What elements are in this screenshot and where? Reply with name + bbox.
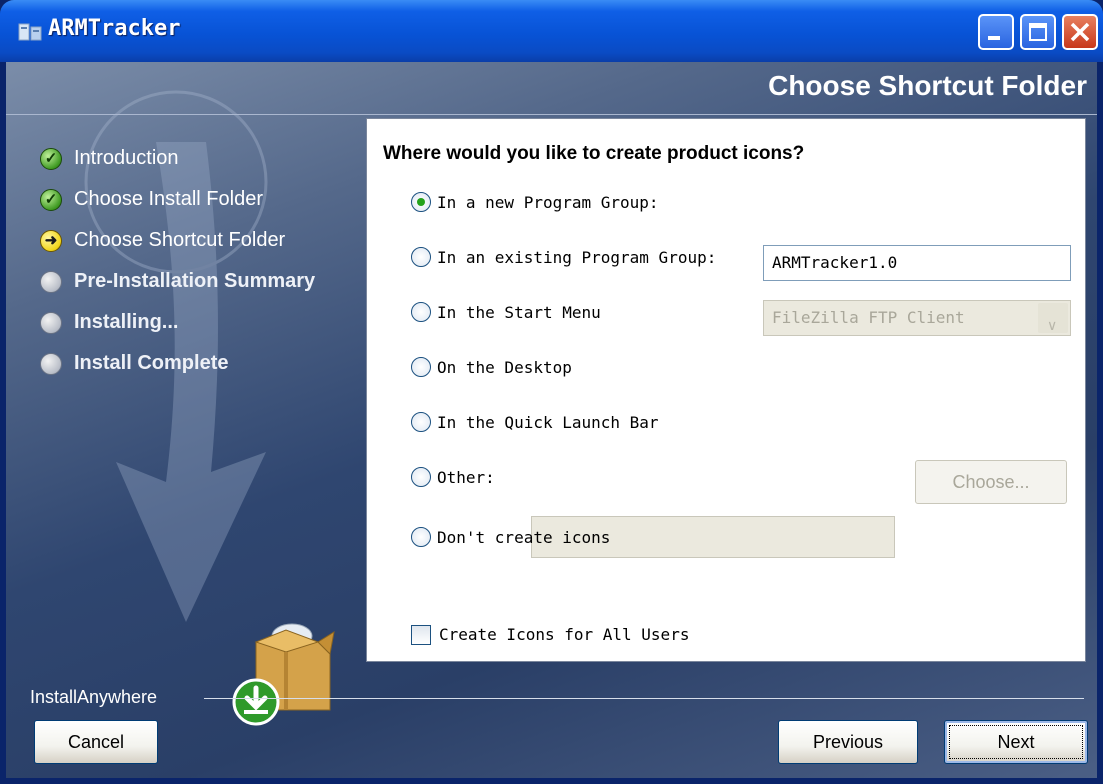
option-label: In the Start Menu [437, 302, 601, 322]
radio-start-menu[interactable]: In the Start Menu [411, 297, 601, 327]
radio-existing-program-group[interactable]: In an existing Program Group: [411, 242, 716, 272]
install-package-icon [232, 623, 335, 726]
radio-button[interactable] [411, 467, 431, 487]
header-divider [6, 114, 1097, 115]
chevron-down-icon[interactable]: ∨ [1038, 303, 1068, 334]
page-title: Choose Shortcut Folder [768, 70, 1087, 101]
option-label: Other: [437, 467, 495, 487]
pending-icon [40, 270, 62, 293]
program-group-input[interactable]: ARMTracker1.0 [763, 245, 1071, 281]
radio-button[interactable] [411, 302, 431, 322]
step-choose-install-folder: ✓ Choose Install Folder [40, 179, 315, 220]
step-introduction: ✓ Introduction [40, 138, 315, 179]
minimize-button[interactable] [978, 14, 1014, 50]
radio-button[interactable] [411, 247, 431, 267]
maximize-button[interactable] [1020, 14, 1056, 50]
step-pre-installation-summary: Pre-Installation Summary [40, 261, 315, 302]
footer-divider [204, 698, 1084, 699]
step-installing: Installing... [40, 302, 315, 343]
step-label: Choose Shortcut Folder [74, 229, 286, 251]
brand-label: InstallAnywhere [30, 687, 158, 707]
installer-body: Choose Shortcut Folder ✓ Introduction ✓ … [6, 62, 1097, 778]
option-label: In an existing Program Group: [437, 247, 717, 267]
step-label: Introduction [74, 147, 179, 169]
radio-button[interactable] [411, 357, 431, 377]
minimize-icon [988, 36, 1000, 40]
close-icon [1070, 22, 1090, 42]
cancel-button[interactable]: Cancel [34, 720, 158, 764]
maximize-icon [1029, 23, 1047, 41]
radio-button[interactable] [411, 192, 431, 212]
check-icon: ✓ [40, 188, 62, 211]
panel-question: Where would you like to create product i… [383, 143, 805, 164]
title-bar[interactable]: ARMTracker [0, 0, 1103, 62]
step-install-complete: Install Complete [40, 343, 315, 384]
installer-window: ARMTracker Choose Shortcut Folder ✓ Intr… [0, 0, 1103, 784]
step-choose-shortcut-folder: ➜ Choose Shortcut Folder [40, 220, 315, 261]
radio-button[interactable] [411, 527, 431, 547]
option-label: Don't create icons [437, 527, 611, 547]
option-label: On the Desktop [437, 357, 572, 377]
check-icon: ✓ [40, 147, 62, 170]
step-label: Install Complete [74, 352, 229, 374]
dropdown-value: FileZilla FTP Client [772, 308, 965, 327]
step-list: ✓ Introduction ✓ Choose Install Folder ➜… [40, 138, 315, 384]
radio-button[interactable] [411, 412, 431, 432]
existing-group-dropdown[interactable]: FileZilla FTP Client ∨ [763, 300, 1071, 336]
pending-icon [40, 311, 62, 334]
radio-dont-create[interactable]: Don't create icons [411, 522, 610, 552]
close-button[interactable] [1062, 14, 1098, 50]
step-label: Choose Install Folder [74, 188, 263, 210]
pending-icon [40, 352, 62, 375]
options-panel: Where would you like to create product i… [366, 118, 1086, 662]
arrow-right-icon: ➜ [40, 229, 62, 252]
radio-other[interactable]: Other: [411, 462, 495, 492]
option-label: In a new Program Group: [437, 192, 659, 212]
next-button[interactable]: Next [944, 720, 1088, 764]
app-icon [18, 23, 42, 41]
option-label: In the Quick Launch Bar [437, 412, 659, 432]
step-label: Installing... [74, 311, 179, 333]
window-title: ARMTracker [48, 16, 181, 41]
choose-button[interactable]: Choose... [915, 460, 1067, 504]
all-users-label[interactable]: Create Icons for All Users [439, 625, 689, 644]
step-label: Pre-Installation Summary [74, 270, 316, 292]
radio-quick-launch[interactable]: In the Quick Launch Bar [411, 407, 659, 437]
previous-button[interactable]: Previous [778, 720, 918, 764]
all-users-checkbox[interactable] [411, 625, 431, 645]
radio-new-program-group[interactable]: In a new Program Group: [411, 187, 659, 217]
radio-desktop[interactable]: On the Desktop [411, 352, 572, 382]
